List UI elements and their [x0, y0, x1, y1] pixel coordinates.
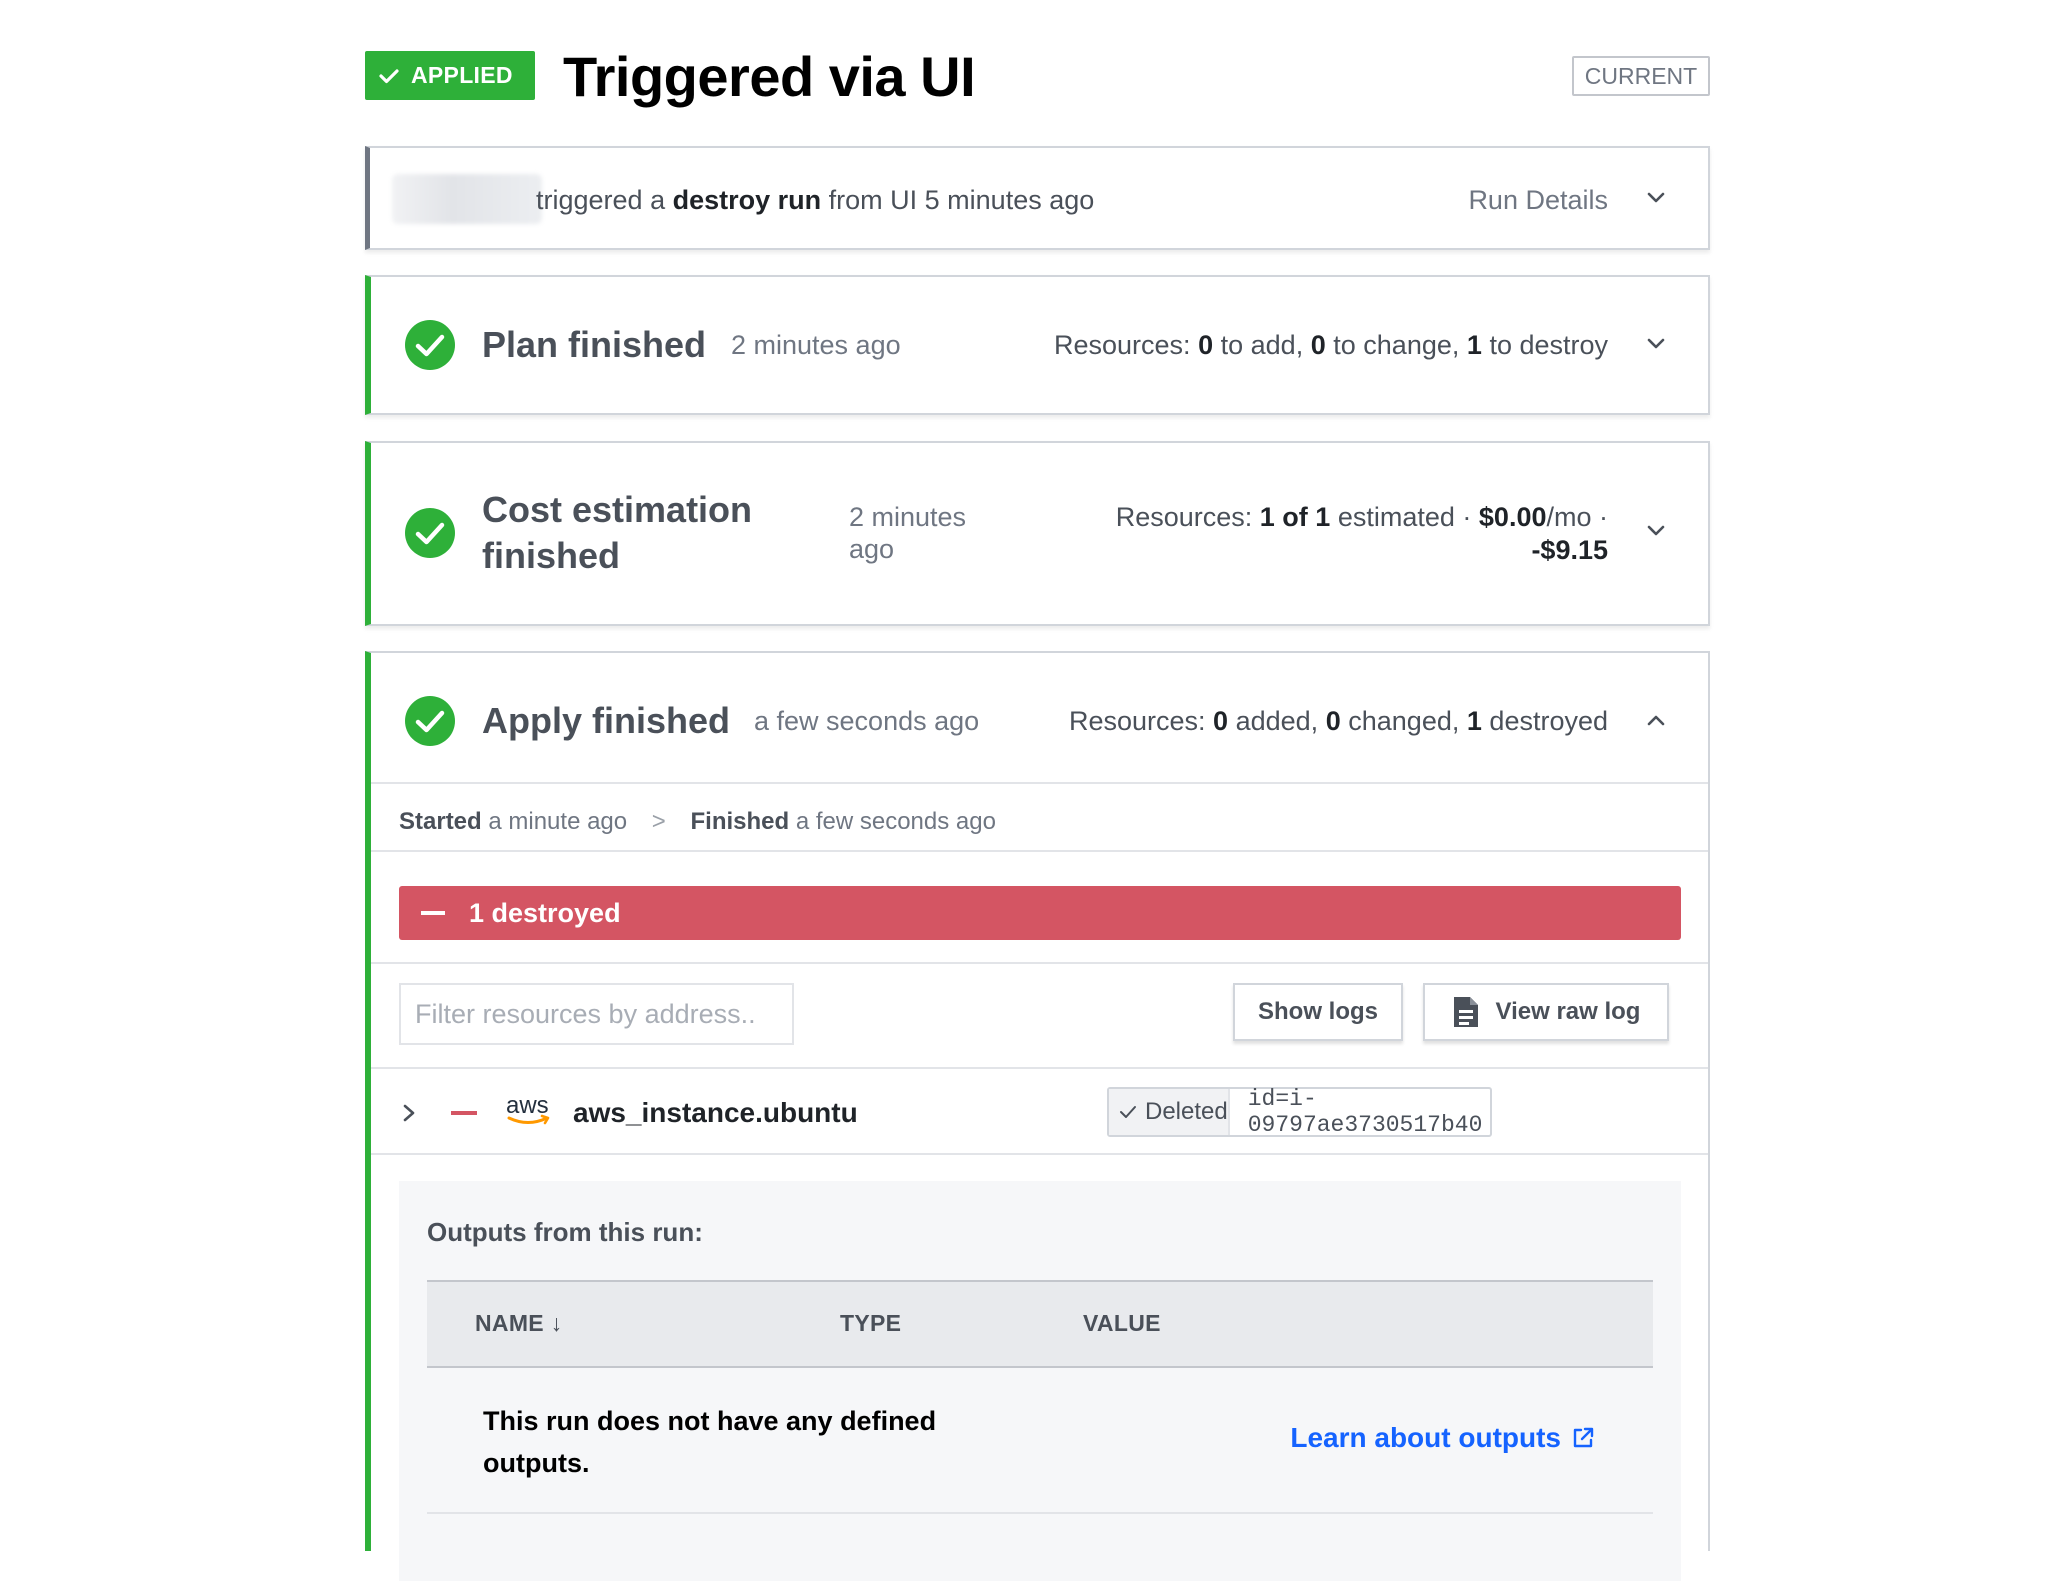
- outputs-empty-row: This run does not have any defined outpu…: [427, 1368, 1653, 1514]
- check-icon: [1120, 1106, 1136, 1118]
- apply-card: Apply finished a few seconds ago Resourc…: [365, 651, 1710, 1581]
- divider: [371, 962, 1708, 964]
- resource-name: aws_instance.ubuntu: [573, 1097, 858, 1128]
- resource-id: id=i-09797ae3730517b40: [1247, 1086, 1483, 1138]
- apply-timeline: Started a minute ago > Finished a few se…: [399, 808, 996, 836]
- run-header: APPLIED Triggered via UI CURRENT: [365, 45, 1710, 108]
- apply-destroyed-count: 1: [1466, 706, 1482, 736]
- divider: [371, 782, 1708, 784]
- outputs-panel: Outputs from this run: NAME ↓ TYPE VALUE…: [399, 1181, 1681, 1581]
- apply-changed-count: 0: [1325, 706, 1341, 736]
- external-link-icon: [1573, 1427, 1594, 1448]
- show-logs-label: Show logs: [1258, 998, 1378, 1025]
- started-time: a minute ago: [488, 808, 628, 835]
- apply-time: a few seconds ago: [754, 706, 980, 736]
- check-icon: [379, 68, 399, 83]
- document-icon: [1453, 997, 1478, 1027]
- plan-res-label: Resources:: [1054, 330, 1191, 360]
- plan-change-count: 0: [1310, 330, 1326, 360]
- apply-title: Apply finished: [482, 700, 731, 741]
- deleted-status: Deleted: [1109, 1089, 1230, 1135]
- resource-status: Deleted id=i-09797ae3730517b40: [1107, 1086, 1492, 1138]
- resource-row[interactable]: aws aws_instance.ubuntu Deleted id=i-097…: [371, 1071, 1708, 1153]
- cost-resources: Resources: 1 of 1 estimated · $0.00/mo ·…: [1116, 501, 1608, 567]
- divider: [371, 850, 1708, 852]
- cost-delta: -$9.15: [1531, 535, 1608, 565]
- started-label: Started: [399, 808, 482, 835]
- cost-estimated-label: estimated ·: [1337, 502, 1472, 532]
- run-trigger-card[interactable]: triggered a destroy run from UI 5 minute…: [365, 146, 1710, 250]
- plan-destroy-label: to destroy: [1489, 330, 1608, 360]
- finished-label: Finished: [690, 808, 790, 835]
- outputs-empty-text: This run does not have any defined outpu…: [483, 1406, 937, 1478]
- cost-time-line1: 2 minutes: [849, 502, 967, 532]
- show-logs-button[interactable]: Show logs: [1233, 983, 1403, 1041]
- cost-monthly: $0.00: [1478, 502, 1547, 532]
- apply-res-label: Resources:: [1068, 706, 1206, 736]
- outputs-table: NAME ↓ TYPE VALUE This run does not have…: [427, 1280, 1653, 1514]
- aws-logo-icon: aws: [506, 1092, 550, 1125]
- check-circle-icon: [405, 696, 455, 746]
- apply-added-count: 0: [1213, 706, 1229, 736]
- chevron-down-icon[interactable]: [1644, 519, 1668, 543]
- deleted-status-label: Deleted: [1145, 1098, 1228, 1125]
- chevron-down-icon[interactable]: [1644, 332, 1668, 356]
- plan-resources: Resources: 0 to add, 0 to change, 1 to d…: [1054, 330, 1608, 361]
- cost-title-line2: finished: [482, 535, 621, 576]
- plan-card[interactable]: Plan finished 2 minutes ago Resources: 0…: [365, 275, 1710, 415]
- run-details-label[interactable]: Run Details: [1468, 185, 1608, 216]
- filter-resources-input[interactable]: [399, 983, 794, 1045]
- apply-changed-label: changed,: [1348, 706, 1460, 736]
- minus-icon: [421, 911, 445, 915]
- destroy-minus-icon: [451, 1111, 477, 1115]
- chevron-down-icon[interactable]: [1644, 186, 1668, 210]
- page-title: Triggered via UI: [563, 45, 976, 108]
- plan-title: Plan finished: [482, 324, 707, 365]
- column-type-header: TYPE: [840, 1310, 902, 1336]
- chevron-right-icon[interactable]: [399, 1101, 419, 1125]
- view-raw-log-button[interactable]: View raw log: [1423, 983, 1669, 1041]
- trigger-text-pre: triggered a: [536, 185, 666, 215]
- learn-about-outputs-link[interactable]: Learn about outputs: [1290, 1422, 1595, 1454]
- divider: [371, 1153, 1708, 1155]
- plan-add-count: 0: [1198, 330, 1214, 360]
- cost-time-line2: ago: [849, 534, 895, 564]
- view-raw-log-label: View raw log: [1495, 998, 1641, 1025]
- destroyed-summary-bar[interactable]: 1 destroyed: [399, 886, 1681, 940]
- run-page: APPLIED Triggered via UI CURRENT trigger…: [365, 0, 1710, 1581]
- cost-monthly-unit: /mo ·: [1546, 502, 1608, 532]
- divider: [371, 1067, 1708, 1069]
- chevron-up-icon[interactable]: [1644, 708, 1668, 732]
- trigger-run-type: destroy run: [672, 185, 822, 215]
- learn-about-outputs-label: Learn about outputs: [1290, 1422, 1561, 1453]
- user-avatar-blurred: [392, 174, 542, 224]
- finished-time: a few seconds ago: [795, 808, 996, 835]
- status-badge-label: APPLIED: [411, 62, 513, 88]
- check-circle-icon: [405, 508, 455, 558]
- check-circle-icon: [405, 320, 455, 370]
- plan-destroy-count: 1: [1466, 330, 1482, 360]
- apply-resources: Resources: 0 added, 0 changed, 1 destroy…: [1069, 706, 1608, 737]
- cost-estimated-count: 1 of 1: [1259, 502, 1331, 532]
- apply-added-label: added,: [1235, 706, 1319, 736]
- plan-time: 2 minutes ago: [731, 330, 901, 360]
- trigger-description: triggered a destroy run from UI 5 minute…: [536, 185, 1094, 216]
- trigger-text-post: from UI 5 minutes ago: [828, 185, 1095, 215]
- outputs-title: Outputs from this run:: [427, 1217, 703, 1247]
- cost-title-line1: Cost estimation: [482, 489, 753, 530]
- cost-title: Cost estimation finished: [482, 487, 752, 579]
- apply-destroyed-label: destroyed: [1489, 706, 1608, 736]
- column-name-header[interactable]: NAME ↓: [475, 1310, 562, 1337]
- cost-estimation-card[interactable]: Cost estimation finished 2 minutes ago R…: [365, 441, 1710, 626]
- plan-change-label: to change,: [1333, 330, 1460, 360]
- plan-add-label: to add,: [1220, 330, 1304, 360]
- status-badge: APPLIED: [365, 51, 535, 100]
- cost-res-label: Resources:: [1115, 502, 1253, 532]
- column-value-header: VALUE: [1083, 1310, 1161, 1336]
- cost-time: 2 minutes ago: [849, 501, 966, 565]
- current-tag: CURRENT: [1572, 56, 1710, 96]
- destroyed-summary-label: 1 destroyed: [469, 897, 621, 928]
- outputs-table-header: NAME ↓ TYPE VALUE: [427, 1280, 1653, 1368]
- timeline-separator: >: [651, 808, 666, 835]
